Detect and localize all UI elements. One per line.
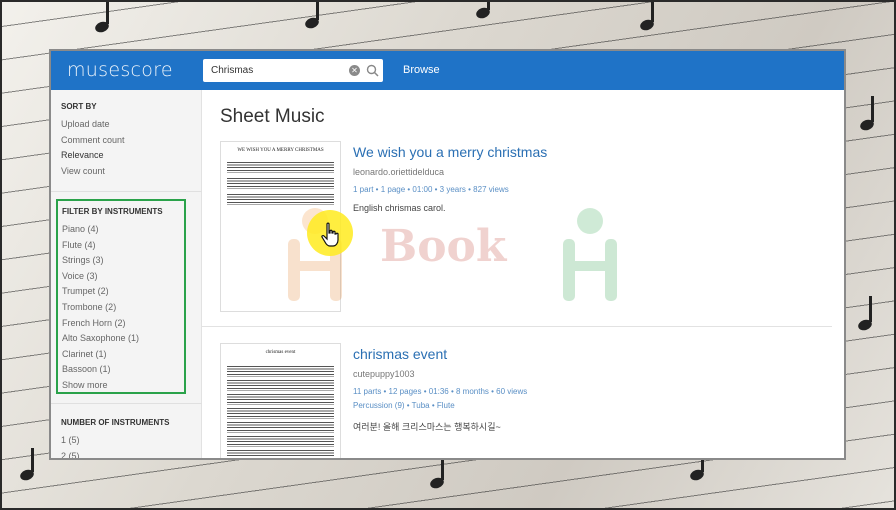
search-input[interactable] (203, 59, 345, 82)
filter-strings[interactable]: Strings (3) (62, 253, 163, 269)
search-icon[interactable] (366, 64, 379, 77)
num-instruments-2[interactable]: 2 (5) (61, 449, 169, 458)
thumbnail-title: WE WISH YOU A MERRY CHRISTMAS (237, 148, 324, 153)
filter-alto-saxophone[interactable]: Alto Saxophone (1) (62, 331, 163, 347)
page-title: Sheet Music (220, 106, 325, 127)
filter-trombone[interactable]: Trombone (2) (62, 300, 163, 316)
score-thumbnail[interactable]: chrismas event (220, 343, 341, 458)
hand-cursor-icon (321, 222, 339, 247)
sidebar-divider (51, 403, 202, 404)
sort-view-count[interactable]: View count (61, 164, 125, 180)
result-title-link[interactable]: chrismas event (353, 346, 447, 362)
sort-relevance[interactable]: Relevance (61, 148, 125, 164)
sort-comment-count[interactable]: Comment count (61, 133, 125, 149)
show-more-link[interactable]: Show more (62, 378, 163, 394)
results-main: Sheet Music WE WISH YOU A MERRY CHRISTMA… (202, 90, 844, 458)
result-title-link[interactable]: We wish you a merry christmas (353, 144, 547, 160)
result-description: English chrismas carol. (353, 203, 446, 213)
musescore-logo[interactable]: musescore (67, 59, 173, 81)
browser-window: musescore ✕ Browse SORT BY Upload date C… (49, 49, 846, 460)
result-author-link[interactable]: cutepuppy1003 (353, 369, 415, 379)
filter-trumpet[interactable]: Trumpet (2) (62, 284, 163, 300)
filter-bassoon[interactable]: Bassoon (1) (62, 362, 163, 378)
top-navigation-bar: musescore ✕ Browse (51, 51, 844, 90)
thumbnail-title: chrismas event (265, 350, 296, 355)
sort-by-heading: SORT BY (61, 102, 97, 111)
number-of-instruments-heading: NUMBER OF INSTRUMENTS (61, 418, 170, 427)
filter-by-instruments-section: FILTER BY INSTRUMENTS Piano (4) Flute (4… (62, 207, 163, 394)
num-instruments-1[interactable]: 1 (5) (61, 433, 169, 449)
instrument-filter-highlight: FILTER BY INSTRUMENTS Piano (4) Flute (4… (56, 199, 186, 394)
filter-piano[interactable]: Piano (4) (62, 222, 163, 238)
browse-link[interactable]: Browse (403, 64, 440, 76)
number-of-instruments-section: NUMBER OF INSTRUMENTS 1 (5) 2 (5) (61, 418, 170, 458)
filter-by-instruments-heading: FILTER BY INSTRUMENTS (62, 207, 163, 216)
filter-french-horn[interactable]: French Horn (2) (62, 316, 163, 332)
result-author-link[interactable]: leonardo.oriettidelduca (353, 167, 444, 177)
filter-flute[interactable]: Flute (4) (62, 238, 163, 254)
sort-by-section: SORT BY Upload date Comment count Releva… (61, 102, 125, 179)
filter-voice[interactable]: Voice (3) (62, 269, 163, 285)
search-box[interactable]: ✕ (203, 59, 383, 82)
result-description: 여러분! 올해 크리스마스는 행복하시길~ (353, 422, 501, 432)
filter-clarinet[interactable]: Clarinet (1) (62, 347, 163, 363)
result-meta: 11 parts • 12 pages • 01:36 • 8 months •… (353, 387, 528, 396)
result-instrument-tags[interactable]: Percussion (9) • Tuba • Flute (353, 401, 455, 410)
filter-sidebar: SORT BY Upload date Comment count Releva… (51, 90, 202, 458)
clear-search-icon[interactable]: ✕ (349, 65, 360, 76)
sidebar-divider (51, 191, 202, 192)
result-separator (202, 326, 832, 327)
result-meta: 1 part • 1 page • 01:00 • 3 years • 827 … (353, 185, 509, 194)
sort-upload-date[interactable]: Upload date (61, 117, 125, 133)
result-item: chrismas event chrismas event cutepuppy1… (220, 343, 844, 458)
